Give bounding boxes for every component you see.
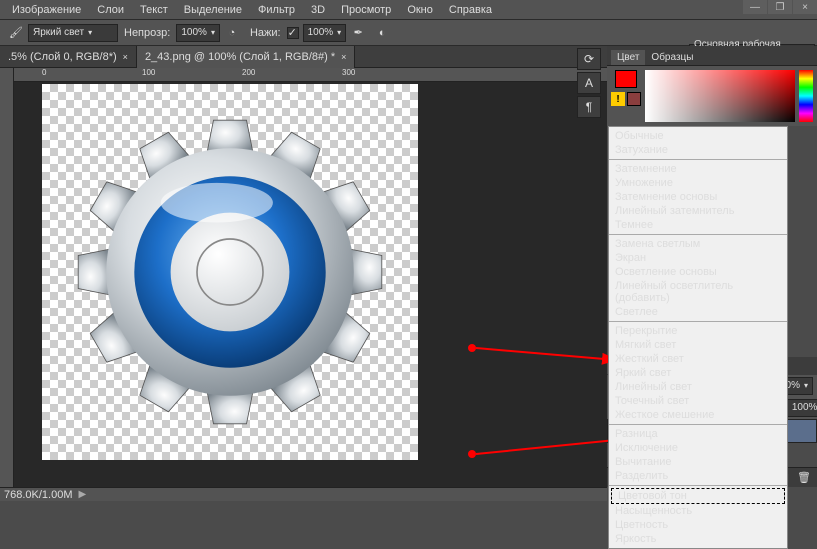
gamut-warning-icon[interactable]: !: [611, 92, 625, 106]
flow-checkbox[interactable]: [287, 27, 299, 39]
pressure-opacity-icon[interactable]: ◔: [222, 23, 242, 43]
menu-text[interactable]: Текст: [132, 4, 176, 16]
blend-option[interactable]: Затухание: [609, 143, 787, 157]
blend-option[interactable]: Исключение: [609, 441, 787, 455]
blend-option[interactable]: Точечный свет: [609, 394, 787, 408]
menu-image[interactable]: Изображение: [4, 4, 89, 16]
blend-mode-select[interactable]: Яркий свет: [28, 24, 118, 42]
hue-slider[interactable]: [799, 70, 813, 122]
window-minimize[interactable]: —: [743, 0, 767, 14]
pressure-size-icon[interactable]: ◐: [372, 23, 392, 43]
color-panel-tabs: Цвет Образцы: [607, 46, 817, 66]
horizontal-ruler: 0 100 200 300: [0, 68, 607, 82]
blend-option[interactable]: Затемнение: [609, 162, 787, 176]
blend-option[interactable]: Светлее: [609, 305, 787, 319]
blend-option[interactable]: Линейный осветлитель (добавить): [609, 279, 787, 305]
canvas[interactable]: [42, 84, 418, 460]
opacity-label: Непрозр:: [124, 27, 170, 39]
vertical-ruler: [0, 68, 14, 487]
ruler-tick: 100: [142, 68, 155, 77]
blend-option[interactable]: Цветовой тон: [611, 488, 785, 504]
doc-size: 768.0K/1.00M: [4, 489, 73, 501]
window-close[interactable]: ×: [793, 0, 817, 14]
gear-icon: [65, 107, 395, 437]
background-swatch[interactable]: [627, 92, 641, 106]
blend-option[interactable]: Экран: [609, 251, 787, 265]
blend-option[interactable]: Перекрытие: [609, 324, 787, 338]
document-tab[interactable]: .5% (Слой 0, RGB/8*) ×: [0, 46, 137, 68]
blend-option[interactable]: Жесткий свет: [609, 352, 787, 366]
status-more-icon[interactable]: ▶: [79, 489, 87, 500]
blend-option[interactable]: Разница: [609, 427, 787, 441]
menu-help[interactable]: Справка: [441, 4, 500, 16]
blend-option[interactable]: Мягкий свет: [609, 338, 787, 352]
tab-title: 2_43.png @ 100% (Слой 1, RGB/8#) *: [145, 51, 335, 63]
collapsed-panel-icons: ⟳ A ¶: [577, 48, 603, 118]
blend-option[interactable]: Разделить: [609, 469, 787, 483]
blend-option[interactable]: Осветление основы: [609, 265, 787, 279]
blend-option[interactable]: Умножение: [609, 176, 787, 190]
blend-option[interactable]: Линейный затемнитель: [609, 204, 787, 218]
blend-option[interactable]: Затемнение основы: [609, 190, 787, 204]
ruler-tick: 300: [342, 68, 355, 77]
menu-filter[interactable]: Фильтр: [250, 4, 303, 16]
document-tab[interactable]: 2_43.png @ 100% (Слой 1, RGB/8#) * ×: [137, 46, 355, 68]
blend-mode-popup[interactable]: ОбычныеЗатухание ЗатемнениеУмножениеЗате…: [608, 126, 788, 549]
tab-close-icon[interactable]: ×: [123, 52, 128, 62]
history-panel-icon[interactable]: ⟳: [577, 48, 601, 70]
flow-select[interactable]: 100%: [303, 24, 347, 42]
canvas-area: 0 100 200 300: [0, 68, 607, 487]
blend-option[interactable]: Темнее: [609, 218, 787, 232]
flow-label: Нажи:: [250, 27, 281, 39]
paragraph-panel-icon[interactable]: ¶: [577, 96, 601, 118]
menu-select[interactable]: Выделение: [176, 4, 250, 16]
blend-option[interactable]: Цветность: [609, 518, 787, 532]
blend-option[interactable]: Линейный свет: [609, 380, 787, 394]
airbrush-icon[interactable]: ✒: [348, 23, 368, 43]
foreground-swatch[interactable]: [615, 70, 637, 88]
blend-option[interactable]: Яркость: [609, 532, 787, 546]
color-panel: !: [607, 66, 817, 126]
blend-option[interactable]: Жесткое смешение: [609, 408, 787, 422]
delete-icon[interactable]: 🗑: [797, 471, 811, 484]
blend-option[interactable]: Обычные: [609, 129, 787, 143]
character-panel-icon[interactable]: A: [577, 72, 601, 94]
menu-view[interactable]: Просмотр: [333, 4, 399, 16]
ruler-tick: 0: [42, 68, 46, 77]
tool-preset-icon[interactable]: 🖌: [6, 23, 26, 43]
opacity-select[interactable]: 100%: [176, 24, 220, 42]
options-bar: 🖌 Яркий свет Непрозр: 100% ◔ Нажи: 100% …: [0, 20, 817, 46]
tab-color[interactable]: Цвет: [611, 50, 645, 65]
menu-layers[interactable]: Слои: [89, 4, 132, 16]
blend-option[interactable]: Замена светлым: [609, 237, 787, 251]
menubar: Изображение Слои Текст Выделение Фильтр …: [0, 0, 817, 20]
color-field[interactable]: [645, 70, 795, 122]
tab-close-icon[interactable]: ×: [341, 52, 346, 62]
tab-title: .5% (Слой 0, RGB/8*): [8, 51, 117, 63]
menu-window[interactable]: Окно: [399, 4, 441, 16]
window-restore[interactable]: ❐: [768, 0, 792, 14]
menu-3d[interactable]: 3D: [303, 4, 333, 16]
blend-option[interactable]: Яркий свет: [609, 366, 787, 380]
ruler-tick: 200: [242, 68, 255, 77]
blend-option[interactable]: Насыщенность: [609, 504, 787, 518]
tab-swatches[interactable]: Образцы: [645, 50, 699, 65]
blend-option[interactable]: Вычитание: [609, 455, 787, 469]
layer-fill[interactable]: 100%: [787, 399, 817, 417]
